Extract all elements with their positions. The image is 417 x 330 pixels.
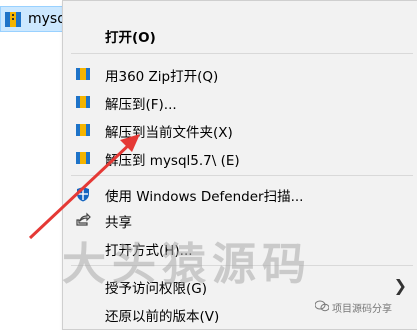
watermark-text: 大头猿源码 — [62, 239, 312, 290]
wechat-icon — [315, 300, 329, 312]
wechat-account-label: 项目源码分享 — [332, 304, 392, 315]
